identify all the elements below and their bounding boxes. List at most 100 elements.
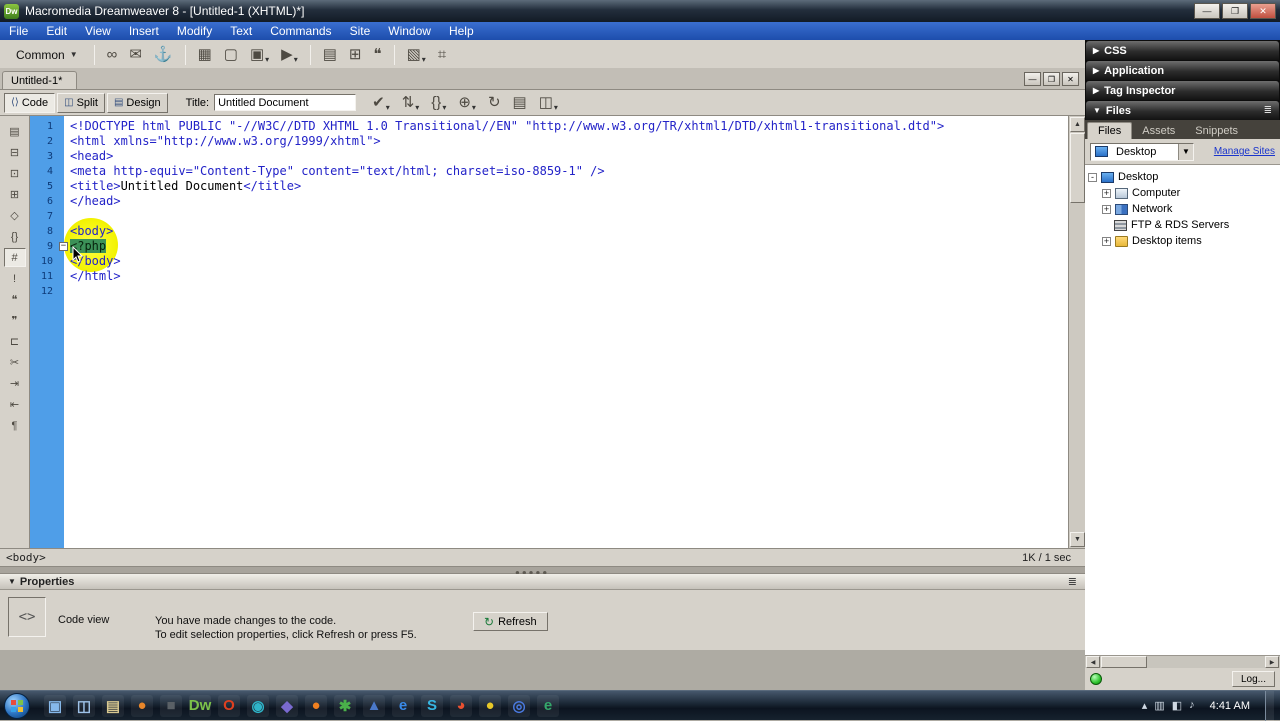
format-code-icon[interactable]: ¶ xyxy=(4,416,26,435)
taskbar-app-icon-5[interactable]: ■ xyxy=(160,694,182,717)
tree-item-network[interactable]: + Network xyxy=(1085,201,1280,217)
code-line-2[interactable]: 2 <html xmlns="http://www.w3.org/1999/xht… xyxy=(30,134,1068,149)
tab-files[interactable]: Files xyxy=(1087,122,1133,139)
taskbar-app-icon-1[interactable]: ▣ xyxy=(44,694,66,717)
line-numbers-icon[interactable]: # xyxy=(3,248,26,267)
tree-item-desktop-items[interactable]: + Desktop items xyxy=(1085,233,1280,249)
code-fold-toggle[interactable]: − xyxy=(59,242,68,251)
expand-all-icon[interactable]: ⊞ xyxy=(4,185,26,204)
menu-item-insert[interactable]: Insert xyxy=(120,22,168,40)
panel-splitter[interactable]: ●●●●● xyxy=(0,566,1085,577)
scroll-up-icon[interactable]: ▲ xyxy=(1070,117,1085,132)
scroll-left-icon[interactable]: ◀ xyxy=(1086,656,1100,668)
templates-icon[interactable]: ▧ ▾ xyxy=(402,43,431,67)
email-link-icon[interactable]: ✉ xyxy=(124,43,147,67)
code-line-9[interactable]: 9− <?php xyxy=(30,239,1068,254)
panel-options-icon[interactable]: ≣ xyxy=(1068,575,1077,588)
images-icon[interactable]: ▣ ▾ xyxy=(245,43,274,67)
taskbar-app-icon-13[interactable]: e xyxy=(392,694,414,717)
code-line-1[interactable]: 1 <!DOCTYPE html PUBLIC "-//W3C//DTD XHTM… xyxy=(30,119,1068,134)
open-documents-icon[interactable]: ▤ xyxy=(4,122,26,141)
insert-category-dropdown[interactable]: Common ▼ xyxy=(6,45,88,65)
menu-item-view[interactable]: View xyxy=(76,22,120,40)
outdent-icon[interactable]: ⇤ xyxy=(4,395,26,414)
manage-sites-link[interactable]: Manage Sites xyxy=(1214,146,1275,157)
taskbar-app-icon-16[interactable]: ● xyxy=(479,694,501,717)
tag-selector[interactable]: <body> xyxy=(6,551,46,564)
server-include-icon[interactable]: ⊞ xyxy=(344,43,367,67)
taskbar-app-icon-17[interactable]: ◎ xyxy=(508,694,530,717)
refresh-icon[interactable]: ↻ xyxy=(483,91,506,115)
doc-minimize-button[interactable]: — xyxy=(1024,72,1041,86)
remove-comment-icon[interactable]: ❞ xyxy=(4,311,26,330)
menu-item-modify[interactable]: Modify xyxy=(168,22,221,40)
tree-expander[interactable]: + xyxy=(1102,204,1111,214)
document-tab[interactable]: Untitled-1* xyxy=(2,71,78,89)
code-line-7[interactable]: 7 xyxy=(30,209,1068,224)
taskbar-app-icon-15[interactable]: ◕ xyxy=(450,694,472,717)
comment-icon[interactable]: ❝ xyxy=(368,43,386,67)
tab-snippets[interactable]: Snippets xyxy=(1185,123,1248,139)
named-anchor-icon[interactable]: ⚓ xyxy=(149,43,178,67)
taskbar-clock[interactable]: 4:41 AM xyxy=(1202,700,1258,712)
code-line-12[interactable]: 12 xyxy=(30,284,1068,299)
browser-check-icon[interactable]: ✔ ▾ xyxy=(367,91,395,115)
indent-icon[interactable]: ⇥ xyxy=(4,374,26,393)
taskbar-app-icon-8[interactable]: ◉ xyxy=(247,694,269,717)
tree-expander[interactable]: + xyxy=(1102,236,1111,246)
tray-icon-2[interactable]: ▥ xyxy=(1154,699,1164,712)
preview-browser-icon[interactable]: ⊕ ▾ xyxy=(453,91,481,115)
log-button[interactable]: Log... xyxy=(1231,671,1275,687)
taskbar-app-icon-4[interactable]: ● xyxy=(131,694,153,717)
menu-item-site[interactable]: Site xyxy=(341,22,380,40)
files-horizontal-scrollbar[interactable]: ◀ ▶ xyxy=(1085,655,1280,668)
media-icon[interactable]: ▶ ▾ xyxy=(276,43,303,67)
panel-header-tag-inspector[interactable]: ▶ Tag Inspector xyxy=(1086,81,1279,100)
menu-item-edit[interactable]: Edit xyxy=(37,22,76,40)
tree-item-desktop[interactable]: - Desktop xyxy=(1085,169,1280,185)
scroll-down-icon[interactable]: ▼ xyxy=(1070,532,1085,547)
title-input[interactable] xyxy=(214,94,357,111)
menu-item-help[interactable]: Help xyxy=(440,22,483,40)
table-icon[interactable]: ▦ xyxy=(193,43,217,67)
doc-restore-button[interactable]: ❐ xyxy=(1043,72,1060,86)
refresh-button[interactable]: ↻ Refresh xyxy=(473,612,548,631)
code-line-8[interactable]: 8 <body> xyxy=(30,224,1068,239)
taskbar-app-icon-6[interactable]: Dw xyxy=(189,694,211,717)
taskbar-app-icon-11[interactable]: ✱ xyxy=(334,694,356,717)
menu-item-file[interactable]: File xyxy=(0,22,37,40)
collapse-full-tag-icon[interactable]: ⊟ xyxy=(4,143,26,162)
scroll-right-icon[interactable]: ▶ xyxy=(1265,656,1279,668)
properties-header[interactable]: ▼ Properties ≣ xyxy=(0,574,1085,590)
code-line-5[interactable]: 5 <title>Untitled Document</title> xyxy=(30,179,1068,194)
taskbar-app-icon-2[interactable]: ◫ xyxy=(73,694,95,717)
split-view-button[interactable]: ◫ Split xyxy=(57,92,105,113)
tray-icon-4[interactable]: ♪ xyxy=(1189,699,1195,712)
taskbar-app-icon-18[interactable]: e xyxy=(537,694,559,717)
hscrollbar-thumb[interactable] xyxy=(1101,656,1147,668)
menu-item-commands[interactable]: Commands xyxy=(261,22,340,40)
date-icon[interactable]: ▤ xyxy=(318,43,342,67)
code-line-6[interactable]: 6 </head> xyxy=(30,194,1068,209)
tree-expander[interactable]: - xyxy=(1088,172,1097,182)
tab-assets[interactable]: Assets xyxy=(1132,123,1185,139)
code-line-10[interactable]: 10 </body> xyxy=(30,254,1068,269)
connection-status-icon[interactable] xyxy=(1090,673,1102,685)
start-button[interactable] xyxy=(4,692,30,719)
visual-aids-icon[interactable]: ◫ ▾ xyxy=(534,91,563,115)
taskbar-app-icon-3[interactable]: ▤ xyxy=(102,694,124,717)
code-line-4[interactable]: 4 <meta http-equiv="Content-Type" content… xyxy=(30,164,1068,179)
tag-chooser-icon[interactable]: ⌗ xyxy=(433,43,451,67)
code-navigation-icon[interactable]: {} ▾ xyxy=(426,91,451,115)
recent-snippets-icon[interactable]: ✂ xyxy=(4,353,26,372)
code-view-button[interactable]: ⟨⟩ Code xyxy=(4,92,56,113)
file-management-icon[interactable]: ⇅ ▾ xyxy=(397,91,425,115)
taskbar-app-icon-14[interactable]: S xyxy=(421,694,443,717)
panel-header-application[interactable]: ▶ Application xyxy=(1086,61,1279,80)
highlight-invalid-icon[interactable]: ! xyxy=(4,269,26,288)
taskbar-app-icon-9[interactable]: ◆ xyxy=(276,694,298,717)
restore-button[interactable]: ❐ xyxy=(1222,3,1248,19)
site-dropdown[interactable]: Desktop ▼ xyxy=(1090,142,1194,161)
wrap-tag-icon[interactable]: ⊏ xyxy=(4,332,26,351)
apply-comment-icon[interactable]: ❝ xyxy=(4,290,26,309)
